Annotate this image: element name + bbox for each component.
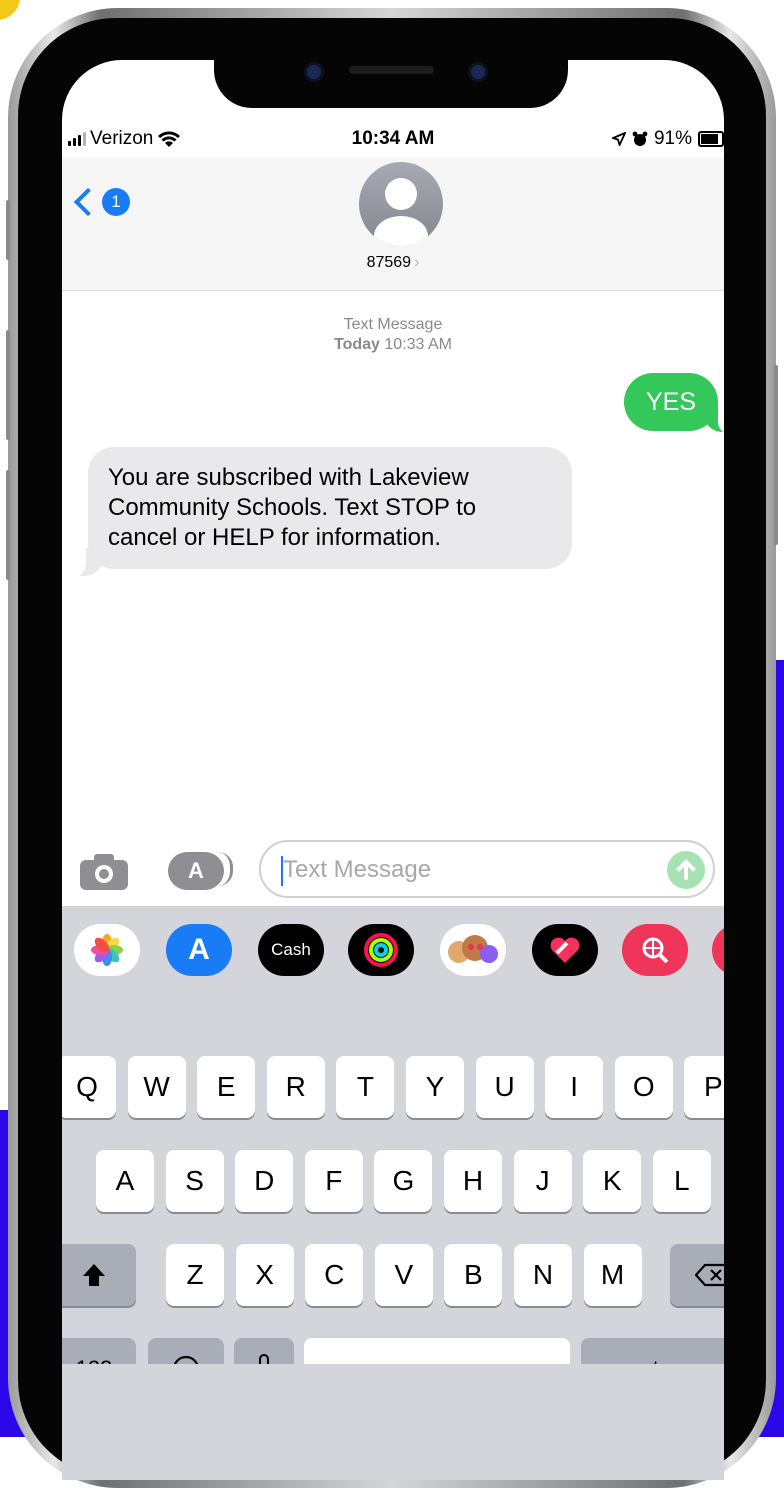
volume-down-button (6, 470, 10, 580)
imessage-app-drawer: A Cash (62, 906, 724, 994)
delete-key[interactable] (670, 1244, 724, 1306)
camera-button[interactable] (80, 852, 128, 890)
key-s[interactable]: S (165, 1150, 224, 1212)
unread-badge: 1 (102, 188, 130, 216)
message-kind: Text Message (343, 316, 443, 333)
key-b[interactable]: B (444, 1244, 503, 1306)
key-m[interactable]: M (583, 1244, 642, 1306)
digital-touch-app-icon[interactable] (532, 924, 598, 976)
battery-percent: 91% (653, 128, 692, 149)
status-right: 91% (611, 128, 724, 150)
apple-cash-app-icon[interactable]: Cash (258, 924, 324, 976)
location-arrow-icon (611, 132, 626, 146)
front-camera (304, 62, 324, 82)
key-n[interactable]: N (514, 1244, 572, 1306)
key-z[interactable]: Z (166, 1244, 224, 1306)
power-button (774, 365, 778, 545)
back-button[interactable]: 1 (73, 187, 130, 217)
key-u[interactable]: U (475, 1056, 534, 1118)
message-time: 10:33 AM (384, 336, 452, 353)
key-w[interactable]: W (127, 1056, 186, 1118)
delete-icon (694, 1263, 724, 1287)
key-l[interactable]: L (652, 1150, 711, 1212)
camera-lens (95, 865, 113, 883)
message-day: Today (334, 336, 380, 353)
app-store-toggle-button[interactable]: A (168, 852, 233, 890)
photos-flower-icon (91, 934, 123, 966)
contact-name[interactable]: 87569 › (62, 254, 724, 272)
compose-bar: A (62, 840, 724, 902)
memoji-app-icon[interactable] (440, 924, 506, 976)
key-a[interactable]: A (96, 1150, 154, 1212)
mute-switch (6, 200, 10, 260)
key-r[interactable]: R (266, 1056, 325, 1118)
message-input-container[interactable] (259, 840, 715, 898)
chevron-left-icon (73, 187, 103, 217)
music-app-icon[interactable] (712, 924, 724, 976)
battery-icon (698, 131, 724, 147)
incoming-message-bubble[interactable]: You are subscribed with Lakeview Communi… (88, 447, 572, 569)
yellow-dot-decoration (0, 0, 20, 20)
status-bar: Verizon 10:34 AM 91% (62, 122, 724, 158)
person-head-icon (385, 178, 417, 210)
message-timestamp: Text Message Today 10:33 AM (62, 315, 724, 355)
activity-rings-icon (364, 933, 398, 967)
memoji-faces-icon (448, 935, 498, 963)
contact-number: 87569 (366, 254, 412, 271)
contact-avatar[interactable] (359, 162, 443, 246)
keyboard-bottom-area (62, 1364, 724, 1480)
shift-key[interactable] (62, 1244, 136, 1306)
key-h[interactable]: H (444, 1150, 502, 1212)
key-d[interactable]: D (235, 1150, 294, 1212)
alarm-icon (632, 131, 648, 146)
message-input[interactable] (281, 850, 655, 890)
images-search-app-icon[interactable] (622, 924, 688, 976)
outgoing-message-bubble[interactable]: YES (623, 373, 718, 431)
activity-app-icon[interactable] (348, 924, 414, 976)
heart-icon (550, 937, 580, 963)
key-e[interactable]: E (197, 1056, 256, 1118)
person-body-icon (374, 216, 428, 246)
app-store-icon: A (168, 852, 224, 890)
key-k[interactable]: K (583, 1150, 642, 1212)
send-arrow-button[interactable] (667, 851, 705, 889)
key-v[interactable]: V (374, 1244, 433, 1306)
phone-screen: Verizon 10:34 AM 91% 1 87569 › Text Messa… (62, 60, 724, 1480)
volume-up-button (6, 330, 10, 440)
key-q[interactable]: Q (62, 1056, 116, 1118)
key-j[interactable]: J (513, 1150, 572, 1212)
key-x[interactable]: X (235, 1244, 294, 1306)
key-i[interactable]: I (545, 1056, 604, 1118)
keyboard: QWERTYUIOP ASDFGHJKL ZXCVBNM 123 space r… (62, 994, 724, 1400)
app-store-app-icon[interactable]: A (166, 924, 232, 976)
key-f[interactable]: F (304, 1150, 363, 1212)
conversation-header: 1 87569 › (62, 158, 724, 291)
key-p[interactable]: P (684, 1056, 724, 1118)
globe-search-icon (642, 937, 669, 964)
chevron-right-icon: › (414, 254, 420, 271)
shift-arrow-icon (83, 1264, 105, 1286)
key-o[interactable]: O (614, 1056, 673, 1118)
key-y[interactable]: Y (406, 1056, 464, 1118)
photos-app-icon[interactable] (74, 924, 140, 976)
face-id-sensor (468, 62, 488, 82)
earpiece-speaker (349, 66, 434, 74)
key-c[interactable]: C (305, 1244, 364, 1306)
key-g[interactable]: G (374, 1150, 433, 1212)
key-t[interactable]: T (336, 1056, 395, 1118)
